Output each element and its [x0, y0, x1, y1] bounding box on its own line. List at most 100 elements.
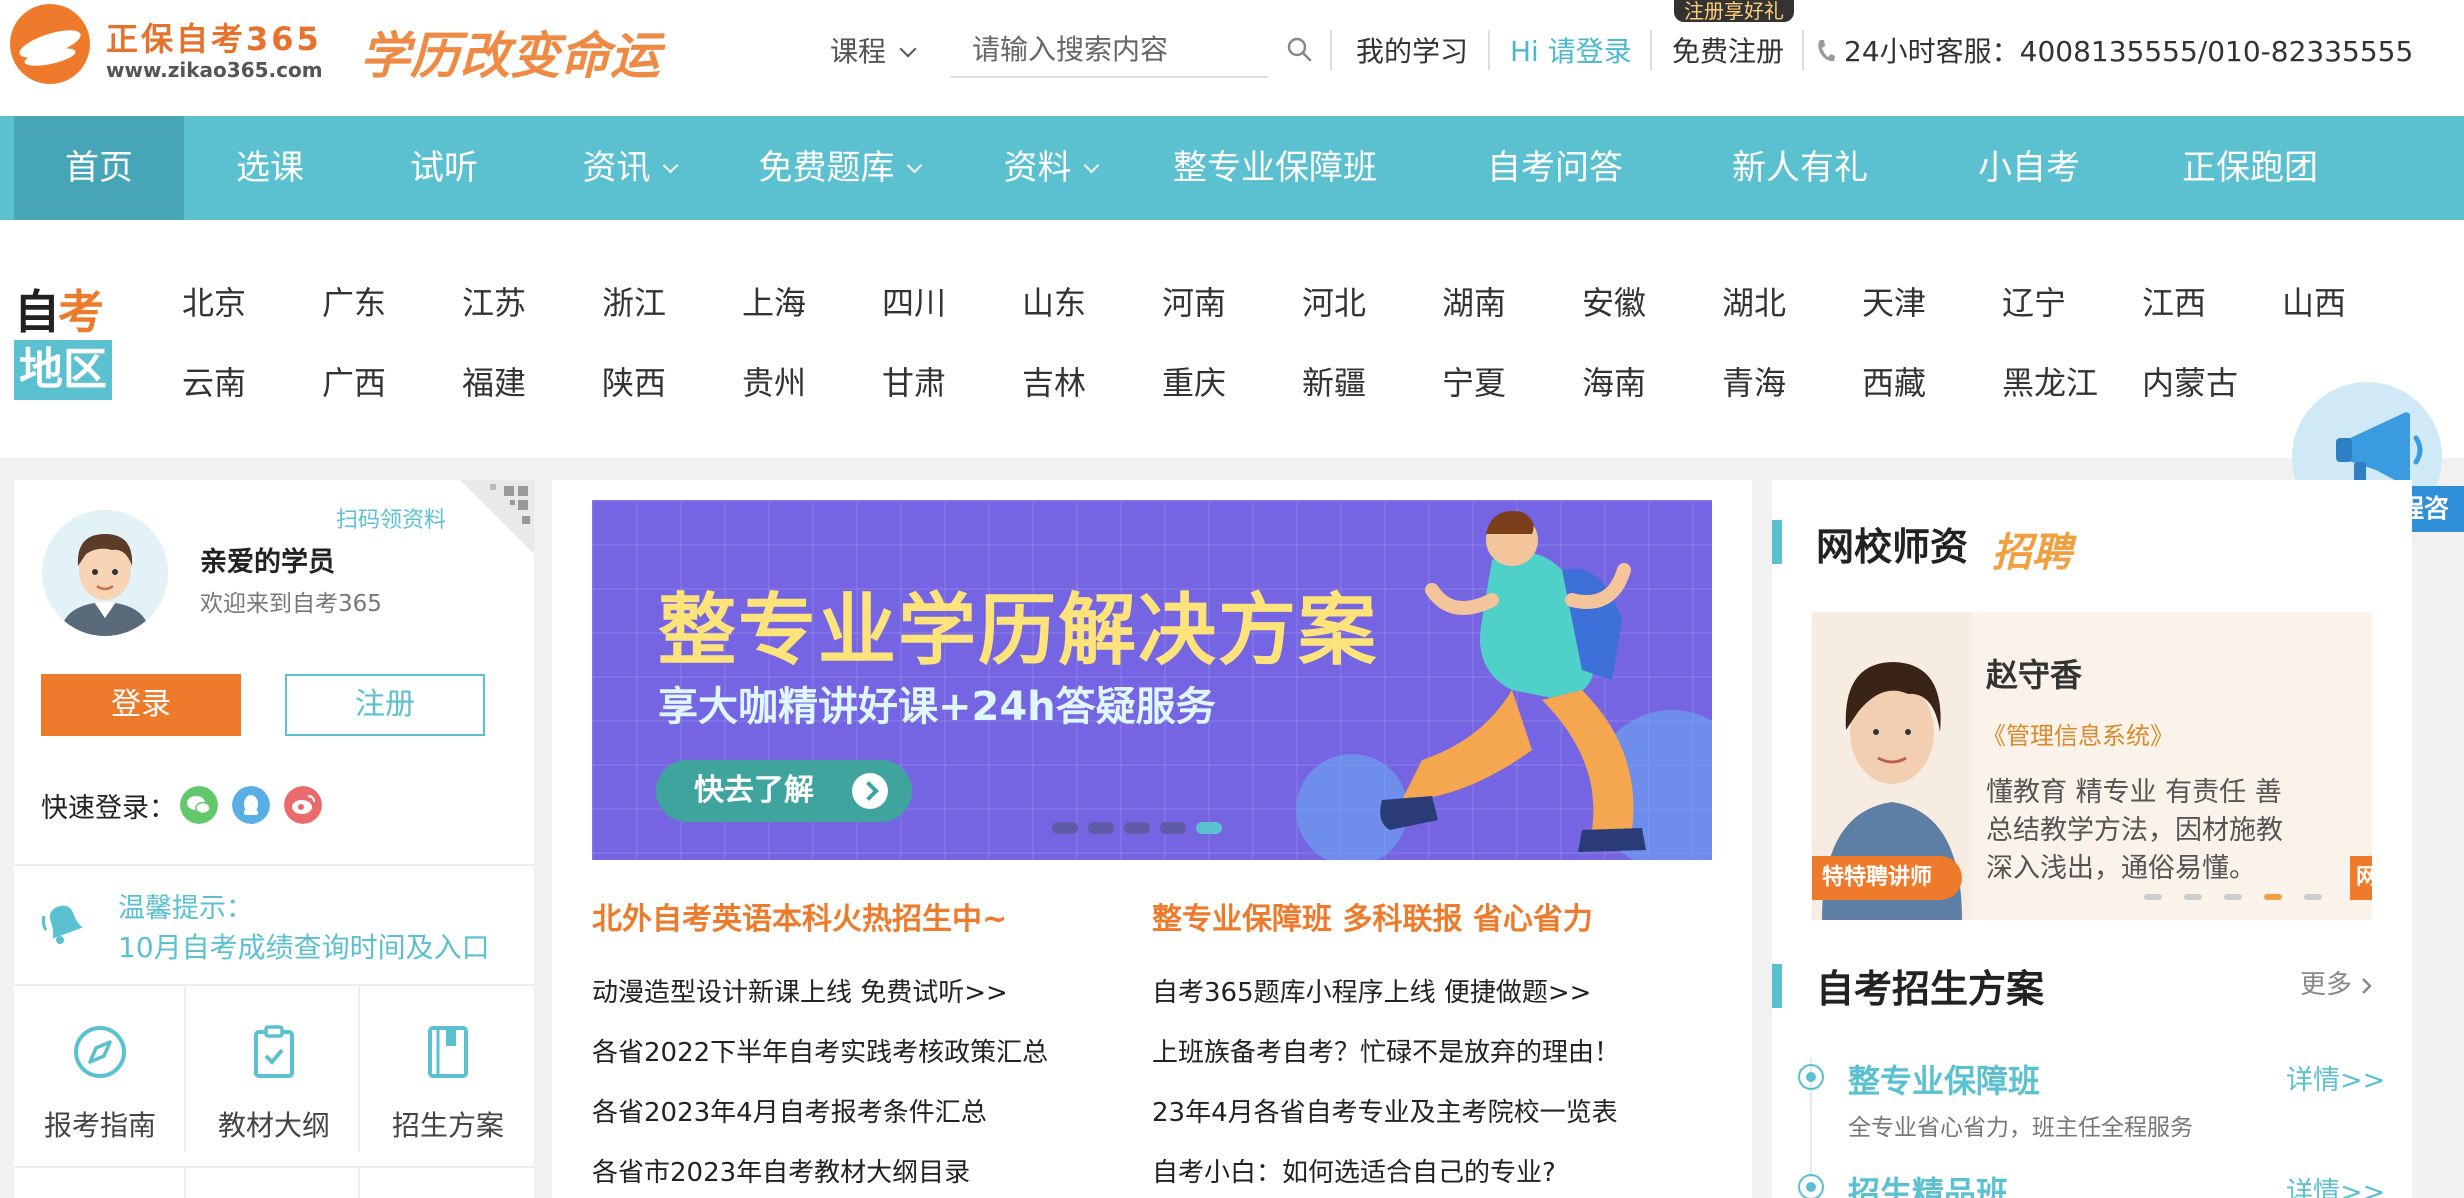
province-link[interactable]: 河南 — [1162, 278, 1226, 324]
province-link[interactable]: 天津 — [1862, 278, 1926, 324]
nav-guarantee-class[interactable]: 整专业保障班 — [1160, 116, 1390, 220]
province-link[interactable]: 内蒙古 — [2142, 358, 2238, 404]
banner-cta-label: 快去了解 — [694, 773, 814, 808]
carousel-dot-active[interactable] — [2264, 894, 2282, 900]
carousel-dot[interactable] — [2144, 894, 2162, 900]
plan-title[interactable]: 整专业保障班 — [1848, 1056, 2040, 1102]
carousel-dot[interactable] — [1160, 822, 1186, 834]
province-link[interactable]: 山西 — [2282, 278, 2346, 324]
guide-tile[interactable]: 报考指南 — [14, 984, 186, 1152]
plan-detail-link[interactable]: 详情>> — [2286, 1058, 2385, 1097]
news-link[interactable]: 各省2023年4月自考报考条件汇总 — [592, 1092, 987, 1129]
province-link[interactable]: 浙江 — [602, 278, 666, 324]
promo-banner[interactable]: 整专业学历解决方案 享大咖精讲好课+24h答疑服务 快去了解 — [592, 500, 1712, 860]
carousel-dot[interactable] — [1124, 822, 1150, 834]
nav-newcomer-gift[interactable]: 新人有礼 — [1720, 116, 1880, 220]
nav-courses[interactable]: 选课 — [214, 116, 326, 220]
news-link[interactable]: 自考365题库小程序上线 便捷做题>> — [1152, 972, 1591, 1009]
carousel-dot[interactable] — [2184, 894, 2202, 900]
province-link[interactable]: 江苏 — [462, 278, 526, 324]
carousel-dot[interactable] — [1052, 822, 1078, 834]
nav-home[interactable]: 首页 — [14, 116, 184, 220]
teacher-name: 赵守香 — [1986, 656, 2083, 694]
province-link[interactable]: 新疆 — [1302, 358, 1366, 404]
province-link[interactable]: 广西 — [322, 358, 386, 404]
province-link[interactable]: 海南 — [1582, 358, 1646, 404]
province-link[interactable]: 重庆 — [1162, 358, 1226, 404]
province-link[interactable]: 广东 — [322, 278, 386, 324]
province-link[interactable]: 吉林 — [1022, 358, 1086, 404]
province-link[interactable]: 山东 — [1022, 278, 1086, 324]
province-link[interactable]: 湖北 — [1722, 278, 1786, 324]
register-link[interactable]: 免费注册 — [1672, 30, 1784, 70]
carousel-dot-active[interactable] — [1196, 822, 1222, 834]
top-header: 正保自考365 www.zikao365.com 学历改变命运 课程 我的学习 … — [0, 0, 2464, 116]
province-link[interactable]: 安徽 — [1582, 278, 1646, 324]
nav-qa[interactable]: 自考问答 — [1470, 116, 1640, 220]
news-headline-left[interactable]: 北外自考英语本科火热招生中~ — [592, 894, 1007, 938]
province-link[interactable]: 陕西 — [602, 358, 666, 404]
search-input[interactable] — [950, 22, 1268, 78]
carousel-dot[interactable] — [2304, 894, 2322, 900]
news-link[interactable]: 动漫造型设计新课上线 免费试听>> — [592, 972, 1008, 1009]
divider — [1330, 30, 1332, 70]
course-select[interactable]: 课程 — [830, 30, 917, 70]
news-link[interactable]: 上班族备考自考？忙碌不是放弃的理由！ — [1152, 1032, 1620, 1069]
news-headline-right[interactable]: 整专业保障班 多科联报 省心省力 — [1152, 894, 1593, 938]
province-link[interactable]: 江西 — [2142, 278, 2206, 324]
nav-materials[interactable]: 资料 — [990, 116, 1110, 220]
search-icon[interactable] — [1286, 36, 1312, 62]
province-link[interactable]: 湖南 — [1442, 278, 1506, 324]
plan-detail-link[interactable]: 详情>> — [2286, 1170, 2385, 1198]
banner-cta-button[interactable]: 快去了解 — [656, 760, 912, 822]
user-avatar-icon — [42, 510, 168, 636]
province-link[interactable]: 贵州 — [742, 358, 806, 404]
news-link[interactable]: 各省市2023年自考教材大纲目录 — [592, 1152, 970, 1189]
wechat-icon[interactable] — [180, 786, 218, 824]
login-link[interactable]: Hi 请登录 — [1510, 30, 1632, 70]
hiring-badge[interactable]: 招聘 — [1992, 520, 2072, 578]
news-link[interactable]: 自考小白：如何选适合自己的专业? — [1152, 1152, 1556, 1189]
plan-title[interactable]: 招生精品班 — [1848, 1168, 2008, 1198]
province-link[interactable]: 甘肃 — [882, 358, 946, 404]
nav-question-bank[interactable]: 免费题库 — [744, 116, 934, 220]
score-query-link[interactable]: 10月自考成绩查询时间及入口 — [118, 926, 490, 966]
news-link[interactable]: 23年4月各省自考专业及主考院校一览表 — [1152, 1092, 1618, 1129]
register-button[interactable]: 注册 — [285, 674, 485, 736]
plans-title: 自考招生方案 — [1816, 967, 2045, 1011]
plans-more-link[interactable]: 更多 — [2300, 964, 2374, 1001]
province-link[interactable]: 辽宁 — [2002, 278, 2066, 324]
scan-for-materials-label[interactable]: 扫码领资料 — [328, 502, 455, 534]
service-hotline: 24小时客服：4008135555/010-82335555 — [1844, 35, 2414, 68]
province-link[interactable]: 北京 — [182, 278, 246, 324]
province-link[interactable]: 四川 — [882, 278, 946, 324]
weibo-icon[interactable] — [284, 786, 322, 824]
qq-icon[interactable] — [232, 786, 270, 824]
nav-running-club[interactable]: 正保跑团 — [2170, 116, 2330, 220]
province-link[interactable]: 西藏 — [1862, 358, 1926, 404]
divider — [1488, 30, 1490, 70]
chevron-right-icon — [2362, 977, 2373, 994]
my-study-link[interactable]: 我的学习 — [1356, 30, 1468, 70]
carousel-dot[interactable] — [1088, 822, 1114, 834]
province-link[interactable]: 河北 — [1302, 278, 1366, 324]
carousel-dot[interactable] — [2224, 894, 2242, 900]
qr-code-icon[interactable] — [460, 480, 534, 554]
nav-trial[interactable]: 试听 — [388, 116, 500, 220]
chevron-down-icon — [1083, 157, 1099, 174]
news-link[interactable]: 各省2022下半年自考实践考核政策汇总 — [592, 1032, 1048, 1069]
syllabus-tile[interactable]: 教材大纲 — [188, 984, 360, 1152]
nav-news[interactable]: 资讯 — [564, 116, 694, 220]
nav-small-exam[interactable]: 小自考 — [1964, 116, 2094, 220]
province-link[interactable]: 福建 — [462, 358, 526, 404]
teacher-carousel[interactable]: 赵守香 《管理信息系统》 懂教育 精专业 有责任 善 总结教学方法，因材施教 深… — [1812, 612, 2372, 920]
province-link[interactable]: 上海 — [742, 278, 806, 324]
province-link[interactable]: 青海 — [1722, 358, 1786, 404]
province-link[interactable]: 云南 — [182, 358, 246, 404]
province-link[interactable]: 黑龙江 — [2002, 358, 2098, 404]
province-link[interactable]: 宁夏 — [1442, 358, 1506, 404]
user-name: 亲爱的学员 — [200, 547, 335, 578]
login-button[interactable]: 登录 — [41, 674, 241, 736]
enrollment-tile[interactable]: 招生方案 — [362, 984, 534, 1152]
site-logo[interactable]: 正保自考365 www.zikao365.com — [10, 4, 323, 84]
